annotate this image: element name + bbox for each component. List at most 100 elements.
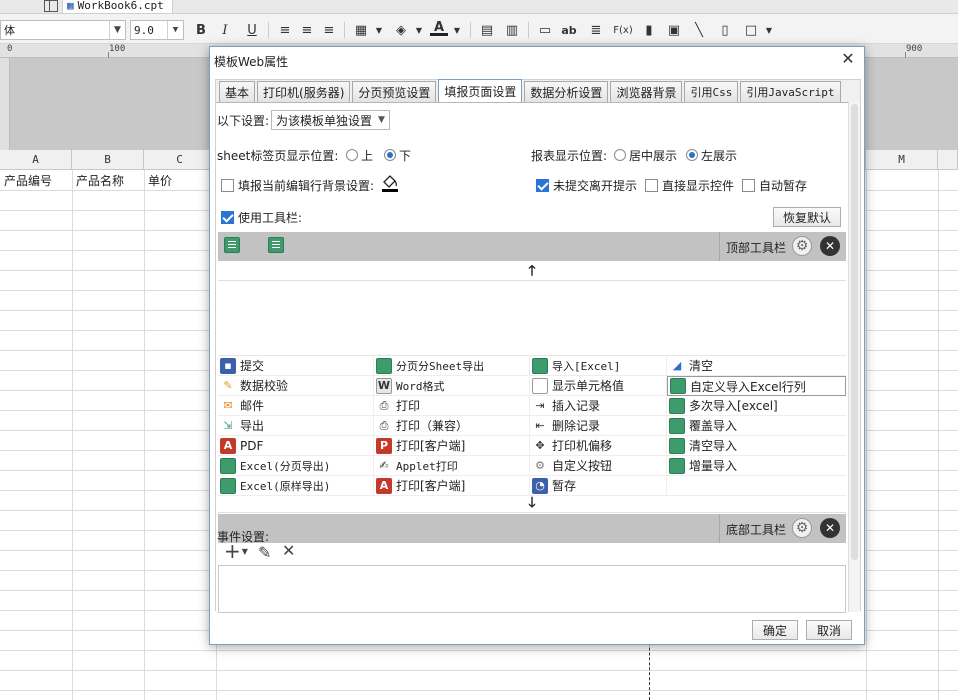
list-item[interactable]: ◢ 清空: [667, 356, 846, 376]
list-item[interactable]: ⇤ 删除记录: [530, 416, 667, 436]
fill-row-background-checkbox[interactable]: 填报当前编辑行背景设置:: [221, 177, 374, 194]
bottom-toolbar-strip[interactable]: 底部工具栏 ⚙ ✕: [218, 514, 846, 543]
move-up-row[interactable]: 🡑: [218, 263, 846, 281]
gear-icon[interactable]: ⚙: [792, 518, 812, 538]
column-header[interactable]: B: [72, 150, 144, 170]
move-down-row[interactable]: 🡓: [218, 495, 846, 513]
align-left-icon[interactable]: ≡: [276, 22, 294, 38]
close-circle-icon[interactable]: ✕: [820, 236, 840, 256]
list-item[interactable]: W Word格式: [374, 376, 530, 396]
excel-icon[interactable]: [224, 237, 240, 253]
column-header[interactable]: [938, 150, 958, 170]
image-icon[interactable]: ▣: [665, 22, 683, 38]
excel-icon[interactable]: [267, 237, 284, 253]
list-item[interactable]: ⇲ 导出: [218, 416, 374, 436]
list-item[interactable]: 清空导入: [667, 436, 846, 456]
list-item[interactable]: 增量导入: [667, 456, 846, 476]
chevron-down-icon[interactable]: ▼: [760, 22, 778, 38]
report-position-center-radio[interactable]: 居中展示: [614, 147, 677, 164]
tab-fill-page[interactable]: 填报页面设置: [438, 79, 523, 102]
list-item[interactable]: 分页分Sheet导出: [374, 356, 530, 376]
scrollbar-thumb[interactable]: [851, 104, 858, 560]
close-icon[interactable]: ✕: [840, 51, 856, 67]
tab-printer-server[interactable]: 打印机(服务器): [257, 81, 351, 102]
underline-button[interactable]: U: [243, 22, 261, 38]
tab-page-preview[interactable]: 分页预览设置: [352, 81, 437, 102]
sheet-position-bottom-radio[interactable]: 下: [384, 147, 411, 164]
list-item[interactable]: ✎ 数据校验: [218, 376, 374, 396]
edit-event-button[interactable]: ✎: [258, 543, 271, 562]
list-item[interactable]: 导入[Excel]: [530, 356, 667, 376]
list-item[interactable]: ◔ 暂存: [530, 476, 667, 496]
list-item[interactable]: ✉ 邮件: [218, 396, 374, 416]
event-list[interactable]: [218, 565, 846, 613]
align-right-icon[interactable]: ≡: [320, 22, 338, 38]
add-event-button[interactable]: + ▼: [224, 541, 248, 561]
direct-show-control-checkbox[interactable]: 直接显示控件: [645, 177, 734, 194]
cell-B1[interactable]: 产品名称: [76, 172, 124, 189]
cell-A1[interactable]: 产品编号: [4, 172, 52, 189]
chevron-down-icon[interactable]: ▼: [448, 22, 466, 38]
top-toolbar-drop-area[interactable]: [218, 232, 720, 261]
list-item[interactable]: ⇥ 插入记录: [530, 396, 667, 416]
split-cells-icon[interactable]: ▥: [503, 22, 521, 38]
widget-icon[interactable]: ▯: [716, 22, 734, 38]
align-center-icon[interactable]: ≡: [298, 22, 316, 38]
merge-cells-icon[interactable]: ▤: [478, 22, 496, 38]
report-position-left-radio[interactable]: 左展示: [686, 147, 737, 164]
list-item[interactable]: ✥ 打印机偏移: [530, 436, 667, 456]
delete-event-button[interactable]: ✕: [282, 541, 295, 560]
column-header[interactable]: C: [144, 150, 216, 170]
ok-button[interactable]: 确定: [752, 620, 798, 640]
close-circle-icon[interactable]: ✕: [820, 518, 840, 538]
arrow-up-icon[interactable]: 🡑: [528, 260, 535, 284]
tab-data-analysis[interactable]: 数据分析设置: [524, 81, 609, 102]
border-icon[interactable]: ▦: [352, 22, 370, 38]
vertical-scrollbar[interactable]: [848, 102, 860, 612]
list-item[interactable]: A 打印[客户端]: [374, 476, 530, 496]
list-item[interactable]: P 打印[客户端]: [374, 436, 530, 456]
paragraph-icon[interactable]: ≣: [587, 22, 605, 38]
chevron-down-icon[interactable]: ▼: [370, 22, 388, 38]
arrow-down-icon[interactable]: 🡓: [528, 492, 535, 516]
top-toolbar-strip[interactable]: 顶部工具栏 ⚙ ✕: [218, 232, 846, 261]
column-header[interactable]: A: [0, 150, 72, 170]
formula-icon[interactable]: F(x): [611, 22, 635, 38]
scope-select[interactable]: 为该模板单独设置 ▼: [271, 110, 390, 130]
list-item[interactable]: 显示单元格值: [530, 376, 667, 396]
column-header[interactable]: M: [866, 150, 938, 170]
fill-color-icon[interactable]: ◈: [392, 22, 410, 38]
list-item[interactable]: ✍ Applet打印: [374, 456, 530, 476]
list-item[interactable]: ⎙ 打印: [374, 396, 530, 416]
tab-browser-background[interactable]: 浏览器背景: [610, 81, 683, 102]
text-icon[interactable]: ab: [560, 22, 578, 38]
list-item[interactable]: ▪ 提交: [218, 356, 374, 376]
tab-css[interactable]: 引用Css: [684, 81, 739, 102]
bottom-toolbar-drop-area[interactable]: [218, 514, 720, 543]
shape-icon[interactable]: □: [742, 22, 760, 38]
cell-C1[interactable]: 单价: [148, 172, 172, 189]
unsubmitted-leave-checkbox[interactable]: 未提交离开提示: [536, 177, 637, 194]
tab-javascript[interactable]: 引用JavaScript: [740, 81, 841, 102]
document-tab[interactable]: ▦ WorkBook6.cpt: [62, 0, 173, 14]
list-item[interactable]: A PDF: [218, 436, 374, 456]
chart-icon[interactable]: ▮: [640, 22, 658, 38]
bold-button[interactable]: B: [192, 22, 210, 38]
list-item[interactable]: Excel(原样导出): [218, 476, 374, 496]
list-item[interactable]: 自定义导入Excel行列: [667, 376, 846, 396]
list-item[interactable]: 多次导入[excel]: [667, 396, 846, 416]
restore-default-button[interactable]: 恢复默认: [773, 207, 841, 227]
list-item[interactable]: ⚙ 自定义按钮: [530, 456, 667, 476]
use-toolbar-checkbox[interactable]: 使用工具栏:: [221, 209, 302, 226]
chevron-down-icon[interactable]: ▼: [410, 22, 428, 38]
list-item[interactable]: 覆盖导入: [667, 416, 846, 436]
font-size-select[interactable]: 9.0 ▼: [130, 20, 184, 40]
gear-icon[interactable]: ⚙: [792, 236, 812, 256]
italic-button[interactable]: I: [216, 22, 234, 38]
grid-icon[interactable]: [44, 0, 58, 12]
sheet-position-top-radio[interactable]: 上: [346, 147, 373, 164]
font-color-icon[interactable]: A: [430, 20, 448, 36]
auto-save-checkbox[interactable]: 自动暂存: [742, 177, 807, 194]
cancel-button[interactable]: 取消: [806, 620, 852, 640]
list-item[interactable]: Excel(分页导出): [218, 456, 374, 476]
